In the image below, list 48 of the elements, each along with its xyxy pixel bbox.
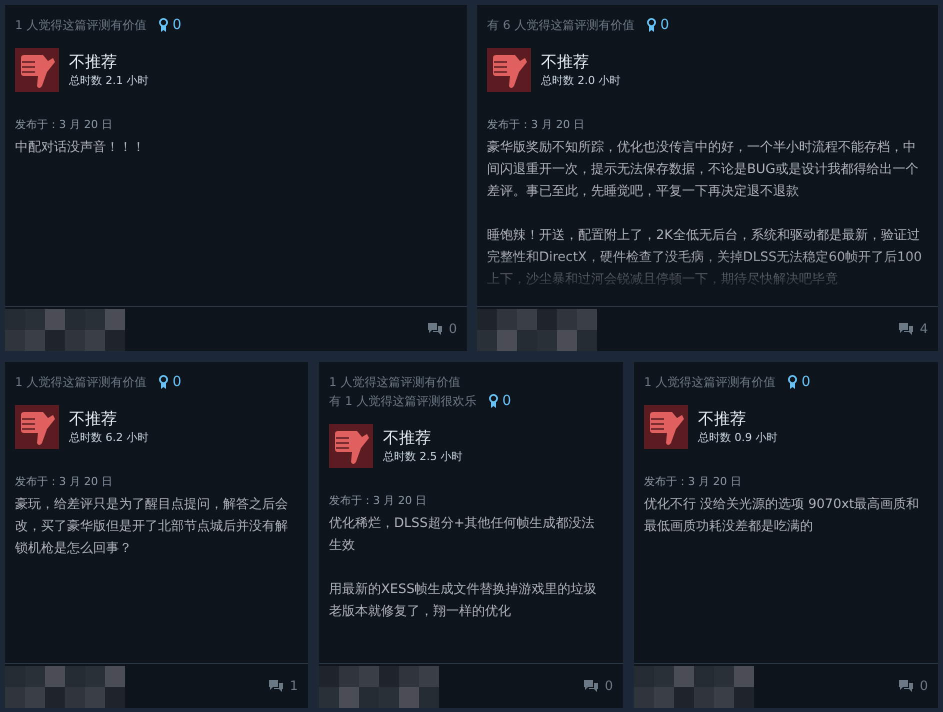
- review-paragraph: 中配对话没声音！！！: [15, 139, 146, 157]
- playtime-text: 总时数 2.5 小时: [383, 449, 462, 464]
- award-count: 0: [502, 393, 512, 409]
- comments-icon: [426, 322, 443, 336]
- playtime-text: 总时数 6.2 小时: [69, 430, 148, 445]
- comment-count: 1: [290, 678, 298, 694]
- posted-date: 发布于：3 月 20 日: [15, 117, 114, 132]
- posted-date: 发布于：3 月 20 日: [487, 117, 586, 132]
- review-paragraph: 豪华版奖励不知所踪，优化也没传言中的好，一个半小时流程不能存档，中间闪退重开一次，提示无法保存数据，不论是BUG或是设计我都得给出一个差评。事已至此，先睡觉吧，平复一下再决定退不退款: [487, 139, 920, 201]
- review-paragraph: 睡饱辣！开送，配置附上了，2K全低无后台，系统和驱动都是最新，验证过完整性和DirectX，硬件检查了没毛病，关掉DLSS无法稳定60帧开了后100上下，沙尘暴和过河会锐减且停顿一下，期待尽快解决吧毕竟: [487, 227, 923, 289]
- verdict-title: 不推荐: [69, 409, 118, 429]
- comments-icon: [268, 679, 284, 693]
- helpful-count-text: 有 1 人觉得这篇评测很欢乐: [329, 393, 476, 409]
- review-paragraph: 用最新的XESS帧生成文件替换掉游戏里的垃圾老版本就修复了，翔一样的优化: [329, 581, 598, 621]
- award-icon: [158, 18, 170, 32]
- review-paragraph: 优化稀烂，DLSS超分+其他任何帧生成都没法生效: [329, 515, 596, 555]
- award-count: 0: [172, 374, 182, 390]
- playtime-text: 总时数 2.0 小时: [541, 73, 620, 88]
- comment-count: 0: [920, 678, 928, 694]
- posted-date: 发布于：3 月 20 日: [644, 474, 742, 489]
- helpful-count-text: 1 人觉得这篇评测有价值: [329, 374, 462, 390]
- award-icon: [488, 394, 500, 408]
- verdict-title: 不推荐: [383, 428, 432, 448]
- award-count: 0: [172, 17, 182, 33]
- award-icon: [646, 18, 658, 32]
- playtime-text: 总时数 0.9 小时: [698, 430, 778, 445]
- award-icon: [787, 374, 798, 390]
- award-count: 0: [660, 17, 670, 33]
- playtime-text: 总时数 2.1 小时: [69, 73, 148, 88]
- comment-count: 0: [448, 322, 457, 336]
- posted-date: 发布于：3 月 20 日: [329, 493, 428, 508]
- comments-icon: [898, 679, 914, 693]
- helpful-count-text: 1 人觉得这篇评测有价值: [644, 374, 776, 390]
- verdict-title: 不推荐: [541, 52, 590, 72]
- comments-icon: [898, 322, 914, 336]
- comments-icon: [582, 679, 599, 693]
- helpful-count-text: 有 6 人觉得这篇评测有价值: [487, 17, 634, 33]
- award-count: 0: [801, 374, 810, 390]
- comment-count: 4: [920, 322, 928, 336]
- review-paragraph: 豪玩，给差评只是为了醒目点提问，解答之后会改，买了豪华版但是开了北部节点城后并没有解锁机枪是怎么回事？: [15, 496, 289, 558]
- verdict-title: 不推荐: [698, 409, 747, 429]
- verdict-title: 不推荐: [69, 52, 118, 72]
- review-paragraph: 优化不行 没给关光源的选项 9070xt最高画质和最低画质功耗没差都是吃满的: [644, 496, 920, 536]
- award-icon: [158, 374, 170, 390]
- posted-date: 发布于：3 月 20 日: [15, 474, 114, 489]
- helpful-count-text: 1 人觉得这篇评测有价值: [15, 374, 146, 390]
- comment-count: 0: [604, 678, 613, 694]
- helpful-count-text: 1 人觉得这篇评测有价值: [15, 17, 146, 33]
